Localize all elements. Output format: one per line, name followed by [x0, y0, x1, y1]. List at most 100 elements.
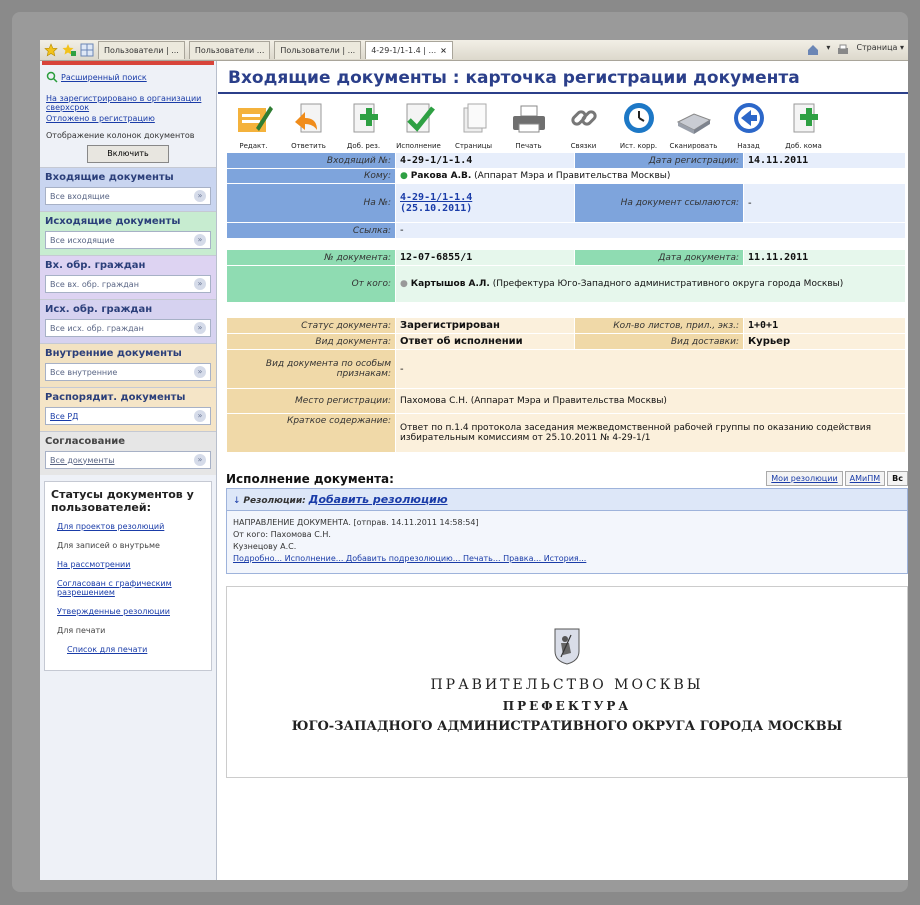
user-statuses-panel: Статусы документов у пользователей: Для …	[44, 481, 212, 671]
sidebar-link-deferred[interactable]: Отложено в регистрацию	[40, 113, 216, 124]
reply-label: Ответить	[291, 142, 326, 150]
row-special: Вид документа по особым признакам: -	[226, 349, 906, 389]
reply-button[interactable]: Ответить	[281, 100, 336, 150]
home-dropdown[interactable]: ▾	[826, 43, 830, 57]
registration-card: Входящий №: 4-29-1/1-1.4 Дата регистраци…	[226, 152, 906, 453]
print-label: Печать	[515, 142, 542, 150]
label-delivery: Вид доставки:	[574, 333, 744, 350]
print-icon[interactable]	[836, 43, 850, 57]
approval-select[interactable]: Все документы »	[45, 451, 211, 469]
in-number: 4-29-1/1-1.4	[400, 155, 473, 166]
select-value: Все исх. обр. граждан	[50, 323, 144, 333]
execution-line-3: Кузнецову А.С.	[233, 542, 297, 551]
label-type: Вид документа:	[226, 333, 396, 350]
reply-icon	[294, 103, 321, 133]
outgoing-select[interactable]: Все исходящие »	[45, 231, 211, 249]
add-extra-label: Доб. кома	[785, 142, 822, 150]
section-title: Распорядит. документы	[45, 392, 186, 403]
back-button[interactable]: Назад	[721, 100, 776, 150]
history-button[interactable]: Ист. корр.	[611, 100, 666, 150]
doc-heading-district: ЮГО-ЗАПАДНОГО АДМИНИСТРАТИВНОГО ОКРУГА Г…	[291, 719, 843, 734]
chevron-down-icon: »	[194, 322, 206, 334]
on-number-link[interactable]: 4-29-1/1-1.4	[400, 192, 472, 203]
resolutions-label: Резолюции:	[243, 496, 306, 506]
section-title: Согласование	[45, 436, 126, 447]
status-link-approved-graphic[interactable]: Согласован с графическим разрешением	[57, 579, 205, 597]
section-incoming: Входящие документы Все входящие »	[40, 167, 216, 211]
execution-button[interactable]: Исполнение	[391, 100, 446, 150]
row-place: Место регистрации: Пахомова С.Н. (Аппара…	[226, 388, 906, 414]
page-menu[interactable]: Страница ▾	[856, 43, 904, 57]
history-label: Ист. корр.	[619, 142, 658, 150]
label-in-number: Входящий №:	[226, 152, 396, 169]
edit-icon	[237, 106, 273, 132]
favorites-star-icon[interactable]	[44, 43, 58, 57]
edit-button[interactable]: Редакт.	[226, 100, 281, 150]
internal-select[interactable]: Все внутренние »	[45, 363, 211, 381]
citizens-out-select[interactable]: Все исх. обр. граждан »	[45, 319, 211, 337]
row-ref: Ссылка: -	[226, 222, 906, 239]
browser-tab-3[interactable]: Пользователи | ...	[274, 41, 362, 59]
pages-button[interactable]: Страницы	[446, 100, 501, 150]
row-status: Статус документа: Зарегистрирован Кол-во…	[226, 317, 906, 334]
section-title: Вх. обр. граждан	[45, 260, 146, 271]
from-name: Картышов А.Л.	[410, 279, 490, 289]
arrow-down-icon: ↓	[233, 496, 241, 506]
tab-amipm[interactable]: АМиПМ	[844, 471, 886, 486]
chevron-down-icon: »	[194, 410, 206, 422]
document-toolbar: Редакт. Ответить Доб. рез. Исполнение Ст…	[218, 94, 908, 150]
to-org: (Аппарат Мэра и Правительства Москвы)	[474, 171, 671, 181]
tab-grid-icon[interactable]	[80, 43, 94, 57]
status-link-review[interactable]: На рассмотрении	[57, 560, 205, 569]
section-title: Исходящие документы	[45, 216, 181, 227]
section-approval: Согласование Все документы »	[40, 431, 216, 475]
select-value: Все документы	[50, 455, 115, 465]
orders-select[interactable]: Все РД »	[45, 407, 211, 425]
doc-link-value: -	[743, 183, 906, 223]
add-resolution-link[interactable]: Добавить резолюцию	[309, 493, 448, 506]
status-link-print-list[interactable]: Список для печати	[67, 645, 205, 654]
enable-button[interactable]: Включить	[87, 145, 169, 163]
section-title: Внутренние документы	[45, 348, 182, 359]
select-value: Все входящие	[50, 191, 110, 201]
execution-action-links[interactable]: Подробно... Исполнение... Добавить подре…	[233, 553, 901, 565]
label-on-number: На №:	[226, 183, 396, 223]
ref-value: -	[395, 222, 906, 239]
status-link-approved-resolutions[interactable]: Утвержденные резолюции	[57, 607, 205, 616]
section-internal: Внутренние документы Все внутренние »	[40, 343, 216, 387]
incoming-select[interactable]: Все входящие »	[45, 187, 211, 205]
sidebar-link-not-registered[interactable]: На зарегистрировано в организации сверхс…	[40, 93, 216, 113]
row-on-number: На №: 4-29-1/1-1.4 (25.10.2011) На докуме…	[226, 183, 906, 223]
execution-tabs: Мои резолюции АМиПМ Вс	[766, 471, 908, 486]
links-button[interactable]: Связки	[556, 100, 611, 150]
status-link-resolution-drafts[interactable]: Для проектов резолюций	[57, 522, 205, 531]
home-icon[interactable]	[806, 43, 820, 57]
doc-heading-government: ПРАВИТЕЛЬСТВО МОСКВЫ	[430, 677, 704, 693]
add-favorites-icon[interactable]	[62, 43, 76, 57]
print-button[interactable]: Печать	[501, 100, 556, 150]
add-resolution-button[interactable]: Доб. рез.	[336, 100, 391, 150]
scan-button[interactable]: Сканировать	[666, 100, 721, 150]
advanced-search-link[interactable]: Расширенный поиск	[58, 72, 153, 83]
type-value: Ответ об исполнении	[400, 336, 523, 347]
browser-tab-1[interactable]: Пользователи | ...	[98, 41, 185, 59]
add-resolution-icon	[353, 103, 378, 133]
chevron-down-icon: »	[194, 190, 206, 202]
execution-line-1: НАПРАВЛЕНИЕ ДОКУМЕНТА. [отправ. 14.11.20…	[233, 518, 479, 527]
browser-tab-2[interactable]: Пользователи ...	[188, 41, 271, 59]
add-extra-button[interactable]: Доб. кома	[776, 100, 831, 150]
select-value: Все исходящие	[50, 235, 115, 245]
links-label: Связки	[570, 142, 597, 150]
edit-label: Редакт.	[239, 142, 268, 150]
label-to: Кому:	[226, 168, 396, 184]
close-tab-icon[interactable]: ×	[440, 46, 447, 55]
place-value: Пахомова С.Н. (Аппарат Мэра и Правительс…	[395, 388, 906, 414]
search-icon	[46, 71, 58, 83]
label-doc-date: Дата документа:	[574, 249, 744, 266]
tab-all[interactable]: Вс	[887, 471, 908, 486]
chevron-down-icon: »	[194, 234, 206, 246]
browser-tab-active[interactable]: 4-29-1/1-1.4 | ... ×	[365, 41, 453, 59]
label-place: Место регистрации:	[226, 388, 396, 414]
tab-my-resolutions[interactable]: Мои резолюции	[766, 471, 843, 486]
citizens-in-select[interactable]: Все вх. обр. граждан »	[45, 275, 211, 293]
